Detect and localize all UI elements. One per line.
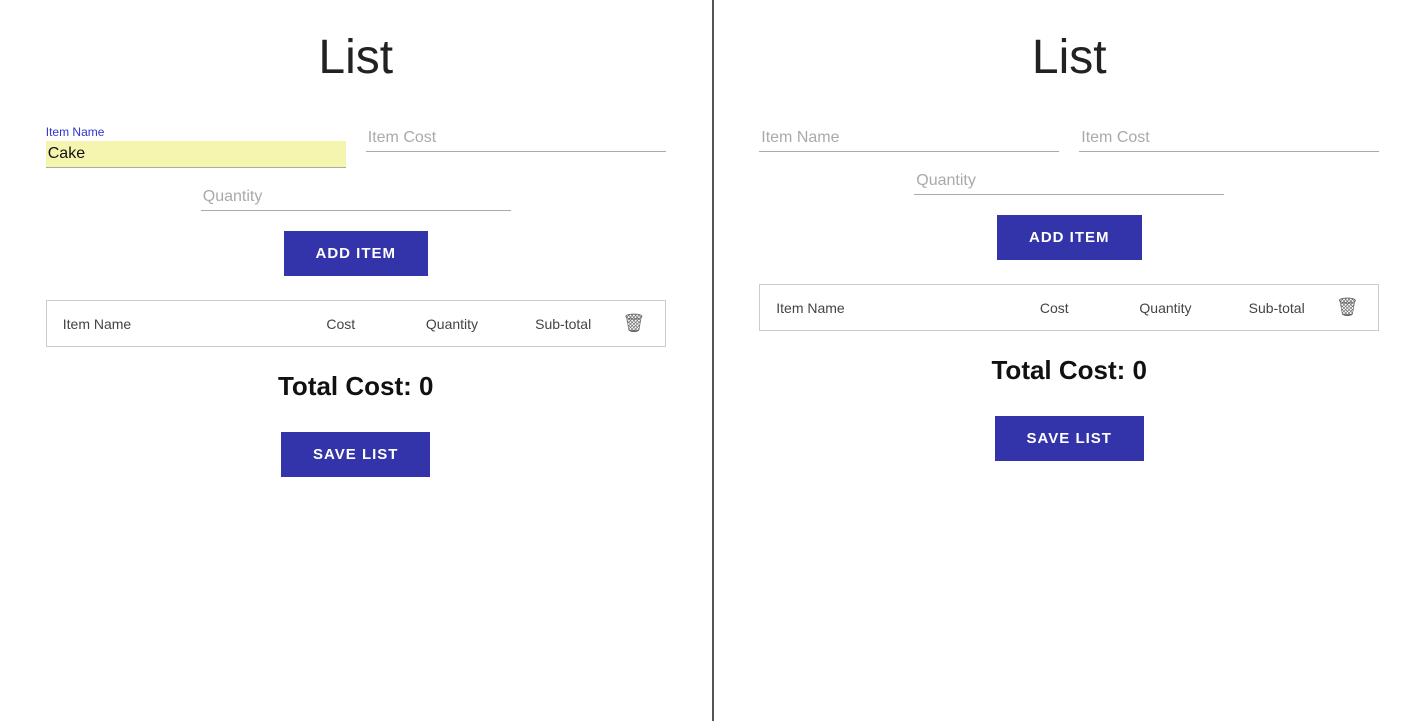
left-quantity-group xyxy=(201,184,511,211)
right-total-cost: Total Cost: 0 xyxy=(991,355,1147,386)
left-form: Item Name ADD ITEM Item Name Cost Quanti… xyxy=(46,125,666,477)
left-add-item-button[interactable]: ADD ITEM xyxy=(284,231,429,276)
left-trash-icon[interactable]: 🗑 xyxy=(622,313,645,334)
left-col-quantity: Quantity xyxy=(396,316,507,332)
left-col-cost: Cost xyxy=(285,316,396,332)
left-col-delete: 🗑 xyxy=(619,313,649,334)
right-form: ADD ITEM Item Name Cost Quantity Sub-tot… xyxy=(759,125,1379,461)
left-col-item-name: Item Name xyxy=(63,316,285,332)
left-table-header: Item Name Cost Quantity Sub-total 🗑 xyxy=(47,301,665,346)
right-quantity-wrapper xyxy=(759,168,1379,195)
left-item-name-group: Item Name xyxy=(46,125,346,168)
left-panel: List Item Name ADD ITEM Item Name Cost Q… xyxy=(0,0,714,721)
right-item-name-input[interactable] xyxy=(759,125,1059,152)
right-panel-title: List xyxy=(1032,30,1107,85)
right-table-header: Item Name Cost Quantity Sub-total 🗑 xyxy=(760,285,1378,330)
right-save-list-button[interactable]: SAVE LIST xyxy=(995,416,1144,461)
right-item-cost-group xyxy=(1079,125,1379,152)
right-col-delete: 🗑 xyxy=(1332,297,1362,318)
right-top-inputs xyxy=(759,125,1379,152)
left-save-list-button[interactable]: SAVE LIST xyxy=(281,432,430,477)
left-top-inputs: Item Name xyxy=(46,125,666,168)
left-col-subtotal: Sub-total xyxy=(508,316,619,332)
right-col-quantity: Quantity xyxy=(1110,300,1221,316)
right-col-cost: Cost xyxy=(999,300,1110,316)
right-quantity-group xyxy=(914,168,1224,195)
left-quantity-wrapper xyxy=(46,184,666,211)
left-item-name-label: Item Name xyxy=(46,125,346,139)
left-item-name-input[interactable] xyxy=(46,141,346,168)
left-total-cost: Total Cost: 0 xyxy=(278,371,434,402)
right-add-item-button[interactable]: ADD ITEM xyxy=(997,215,1142,260)
right-item-name-group xyxy=(759,125,1059,152)
left-table: Item Name Cost Quantity Sub-total 🗑 xyxy=(46,300,666,347)
right-table: Item Name Cost Quantity Sub-total 🗑 xyxy=(759,284,1379,331)
right-trash-icon[interactable]: 🗑 xyxy=(1336,297,1359,318)
left-item-cost-group xyxy=(366,125,666,168)
right-quantity-input[interactable] xyxy=(914,168,1224,195)
right-item-cost-input[interactable] xyxy=(1079,125,1379,152)
left-panel-title: List xyxy=(318,30,393,85)
left-item-cost-input[interactable] xyxy=(366,125,666,152)
right-col-item-name: Item Name xyxy=(776,300,998,316)
right-col-subtotal: Sub-total xyxy=(1221,300,1332,316)
right-panel: List ADD ITEM Item Name Cost Quantity Su… xyxy=(714,0,1425,721)
left-quantity-input[interactable] xyxy=(201,184,511,211)
